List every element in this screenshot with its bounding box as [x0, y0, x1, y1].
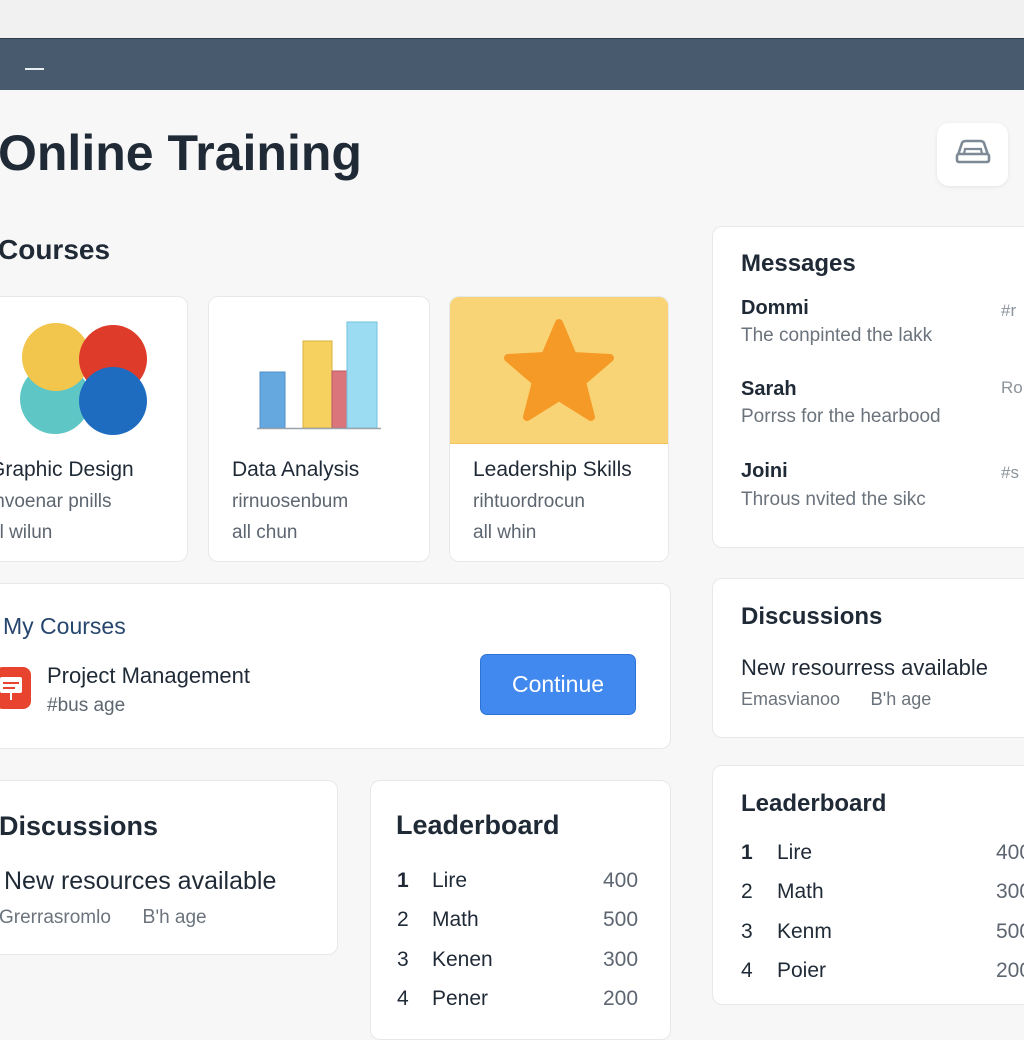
leaderboard-score: 200 [603, 987, 639, 1010]
message-meta: #r [1001, 301, 1017, 320]
message-preview: The conpinted the lakk [741, 325, 933, 346]
course-title: Leadership Skills [473, 458, 632, 481]
message-sender[interactable]: Joini [741, 460, 788, 483]
leaderboard-rank: 3 [397, 948, 409, 971]
leaderboard-score: 300 [603, 948, 639, 971]
leaderboard-name: Kenm [777, 920, 832, 943]
course-card-graphic-design[interactable]: Graphic Design ınvoenar pnills al wilun [0, 296, 188, 562]
leaderboard-card-right: Leaderboard 1 Lire 400 2 Math 300 3 Kenm… [712, 765, 1024, 1005]
course-meta: all chun [232, 522, 298, 543]
discussion-item-text[interactable]: New resourress available [741, 655, 988, 681]
discussion-item-meta-left: Grerrasromlo [0, 907, 111, 928]
bed-icon [953, 135, 993, 174]
bed-icon-button[interactable] [937, 123, 1008, 186]
discussions-card-right: Discussions New resourress available Ema… [712, 578, 1024, 738]
leaderboard-name: Math [777, 880, 824, 903]
leaderboard-name: Pener [432, 987, 489, 1010]
course-title: Data Analysis [232, 458, 360, 481]
bar-chart-icon [257, 319, 382, 436]
enrolled-course-meta: #bus age [47, 695, 126, 716]
leaderboard-card-center: Leaderboard 1 Lire 400 2 Math 500 3 Kene… [370, 780, 671, 1040]
course-description: rirnuosenbum [232, 491, 349, 512]
browser-top-strip [0, 0, 1024, 38]
message-preview: Porrss for the hearbood [741, 406, 941, 427]
presentation-icon [0, 665, 33, 716]
leaderboard-score: 400 [996, 841, 1024, 864]
discussion-item-meta-left: Emasvianoo [741, 689, 841, 709]
discussions-card-left: Discussions New resources available Grer… [0, 780, 338, 955]
leaderboard-rank: 3 [741, 920, 753, 943]
course-meta: all whin [473, 522, 537, 543]
course-card-data-analysis[interactable]: Data Analysis rirnuosenbum all chun [208, 296, 430, 562]
leaderboard-rank: 4 [397, 987, 409, 1010]
leaderboard-name: Lire [777, 841, 813, 864]
courses-section-title: Courses [0, 234, 111, 265]
leaderboard-rank: 1 [741, 841, 753, 864]
minimize-icon[interactable] [25, 68, 44, 70]
my-courses-card: My Courses Project Management #bus age C… [0, 583, 671, 749]
leaderboard-score: 500 [603, 908, 639, 931]
message-meta: #s [1001, 463, 1019, 482]
course-description: ınvoenar pnills [0, 491, 112, 512]
messages-title: Messages [741, 250, 856, 277]
discussion-item-meta-right: Ᏼ'h age [871, 689, 932, 709]
discussions-title: Discussions [741, 603, 883, 630]
course-meta: al wilun [0, 522, 53, 543]
window-titlebar [0, 38, 1024, 90]
star-icon [503, 317, 615, 428]
message-sender[interactable]: Dommi [741, 297, 809, 320]
leaderboard-name: Math [432, 908, 479, 931]
course-banner [450, 297, 668, 444]
leaderboard-name: Poier [777, 959, 827, 982]
leaderboard-title: Leaderboard [741, 790, 887, 817]
continue-button[interactable]: Continue [480, 654, 636, 715]
course-card-leadership-skills[interactable]: Leadership Skills rihtuordrocun all whin [449, 296, 669, 562]
leaderboard-score: 200 [996, 959, 1024, 982]
message-meta: Ro [1001, 378, 1023, 397]
course-description: rihtuordrocun [473, 491, 585, 512]
my-courses-title: My Courses [3, 613, 126, 639]
leaderboard-score: 500 [996, 920, 1024, 943]
course-title: Graphic Design [0, 458, 134, 481]
messages-card: Messages Dommi The conpinted the lakk #r… [712, 226, 1024, 548]
leaderboard-rank: 4 [741, 959, 753, 982]
leaderboard-score: 400 [603, 869, 639, 892]
leaderboard-rank: 2 [741, 880, 753, 903]
page-title: Online Training [0, 125, 362, 181]
leaderboard-title: Leaderboard [396, 810, 560, 840]
discussions-title: Discussions [0, 811, 159, 841]
discussion-item-text[interactable]: New resources available [4, 867, 276, 896]
leaderboard-rank: 2 [397, 908, 409, 931]
leaderboard-name: Lire [432, 869, 468, 892]
leaderboard-rank: 1 [397, 869, 409, 892]
discussion-item-meta-right: Ᏼ'h age [143, 907, 207, 928]
message-preview: Throus nvited the sikc [741, 489, 926, 510]
overlapping-circles-icon [13, 317, 155, 444]
enrolled-course-title[interactable]: Project Management [47, 663, 250, 689]
leaderboard-name: Kenen [432, 948, 493, 971]
leaderboard-score: 300 [996, 880, 1024, 903]
message-sender[interactable]: Sarah [741, 378, 797, 401]
